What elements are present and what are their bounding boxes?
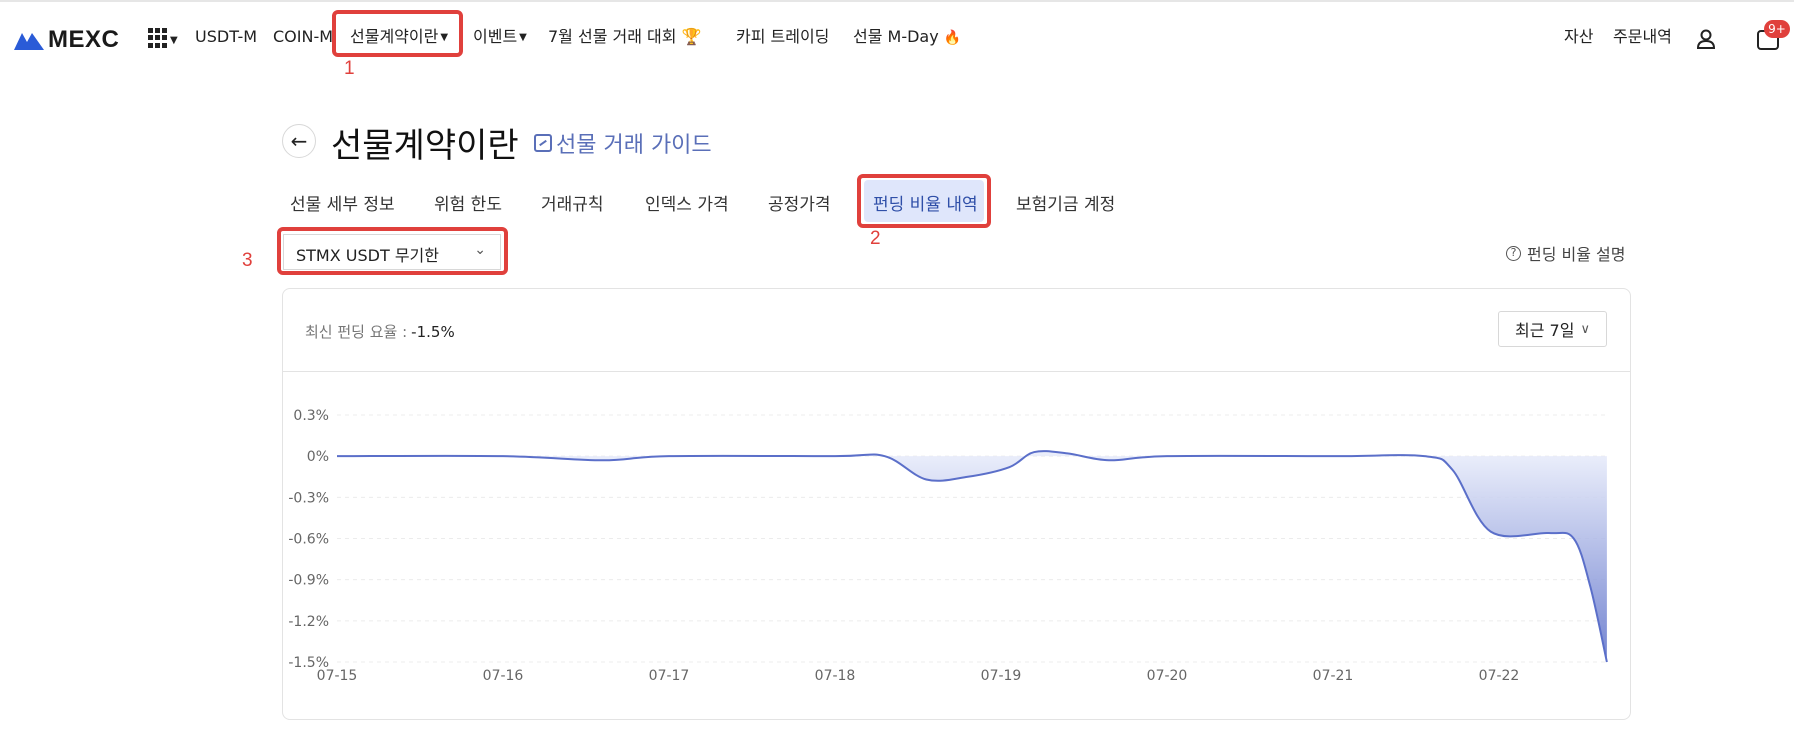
tab-funding-rate-history[interactable]: 펀딩 비율 내역 [873, 190, 978, 215]
top-border [0, 0, 1794, 2]
futures-guide-label: 선물 거래 가이드 [556, 133, 712, 158]
mexc-logo-icon [14, 33, 44, 50]
nav-copy-trading[interactable]: 카피 트레이딩 [736, 20, 829, 54]
y-tick-label: -0.9% [288, 573, 329, 589]
nav-coin-m[interactable]: COIN-M [273, 20, 333, 54]
time-range-label: 최근 7일 [1515, 321, 1575, 340]
arrow-left-icon: ← [290, 129, 308, 153]
y-tick-label: 0.3% [293, 408, 329, 424]
nav-orders[interactable]: 주문내역 [1613, 20, 1672, 54]
nav-m-day-label: 선물 M-Day [853, 27, 939, 46]
tab-trading-rules[interactable]: 거래규칙 [541, 190, 604, 215]
y-tick-label: -0.6% [288, 532, 329, 548]
x-tick-label: 07-16 [483, 668, 524, 684]
user-icon[interactable] [1696, 28, 1716, 50]
nav-usdt-m[interactable]: USDT-M [195, 20, 257, 54]
caret-down-icon: ▼ [519, 31, 527, 43]
funding-area-fill [337, 451, 1607, 662]
latest-funding-rate: 최신 펀딩 요율 : -1.5% [305, 321, 455, 342]
x-tick-label: 07-18 [815, 668, 856, 684]
annotation-label-2: 2 [870, 228, 881, 249]
mexc-logo[interactable]: MEXC [14, 26, 119, 54]
card-header: 최신 펀딩 요율 : -1.5% 최근 7일 ∨ [283, 289, 1630, 372]
latest-funding-label: 최신 펀딩 요율 : [305, 323, 408, 341]
x-tick-label: 07-15 [317, 668, 358, 684]
tab-fair-price[interactable]: 공정가격 [768, 190, 831, 215]
guide-book-icon [534, 134, 552, 152]
contract-select-value: STMX USDT 무기한 [296, 246, 439, 265]
nav-m-day[interactable]: 선물 M-Day 🔥 [853, 20, 961, 55]
y-tick-label: -1.2% [288, 614, 329, 630]
question-icon: ? [1506, 245, 1521, 261]
annotation-label-1: 1 [344, 58, 355, 79]
contract-select[interactable]: STMX USDT 무기한 ⌄ [283, 234, 501, 270]
x-tick-label: 07-21 [1313, 668, 1354, 684]
futures-guide-link[interactable]: 선물 거래 가이드 [534, 127, 712, 159]
y-tick-label: 0% [307, 449, 329, 465]
tab-futures-details[interactable]: 선물 세부 정보 [290, 190, 395, 215]
page-title: 선물계약이란 [331, 126, 519, 166]
apps-grid-icon[interactable] [148, 28, 168, 48]
chevron-down-icon: ∨ [1580, 321, 1590, 337]
tab-risk-limit[interactable]: 위험 한도 [434, 190, 502, 215]
chevron-down-icon: ⌄ [474, 242, 486, 258]
annotation-label-3: 3 [242, 250, 253, 271]
funding-rate-chart: 0.3%0%-0.3%-0.6%-0.9%-1.2%-1.5%07-15 07-1… [288, 408, 1609, 684]
notification-badge: 9+ [1764, 20, 1790, 38]
nav-assets[interactable]: 자산 [1564, 20, 1593, 54]
nav-trading-contest-label: 7월 선물 거래 대회 [548, 27, 677, 46]
apps-caret-icon: ▼ [170, 35, 178, 46]
funding-rate-help-link[interactable]: ? 펀딩 비율 설명 [1506, 241, 1626, 265]
logo-text: MEXC [48, 26, 120, 53]
fire-icon: 🔥 [943, 30, 962, 46]
funding-rate-help-label: 펀딩 비율 설명 [1527, 245, 1626, 264]
annotation-box-1 [332, 10, 463, 57]
nav-events[interactable]: 이벤트 ▼ [473, 20, 527, 55]
tab-insurance-fund[interactable]: 보험기금 계정 [1016, 190, 1115, 215]
nav-trading-contest[interactable]: 7월 선물 거래 대회 🏆 [548, 20, 702, 54]
trophy-icon: 🏆 [681, 27, 702, 46]
tab-index-price[interactable]: 인덱스 가격 [645, 190, 729, 215]
x-tick-label: 07-20 [1147, 668, 1188, 684]
nav-events-label: 이벤트 [473, 27, 518, 46]
x-tick-label: 07-17 [649, 668, 690, 684]
funding-rate-line [336, 450, 1608, 663]
back-button[interactable]: ← [282, 124, 316, 158]
x-tick-label: 07-19 [981, 668, 1022, 684]
x-tick-label: 07-22 [1479, 668, 1520, 684]
time-range-button[interactable]: 최근 7일 ∨ [1498, 311, 1607, 347]
y-tick-label: -0.3% [288, 490, 329, 506]
latest-funding-value: -1.5% [411, 323, 455, 341]
